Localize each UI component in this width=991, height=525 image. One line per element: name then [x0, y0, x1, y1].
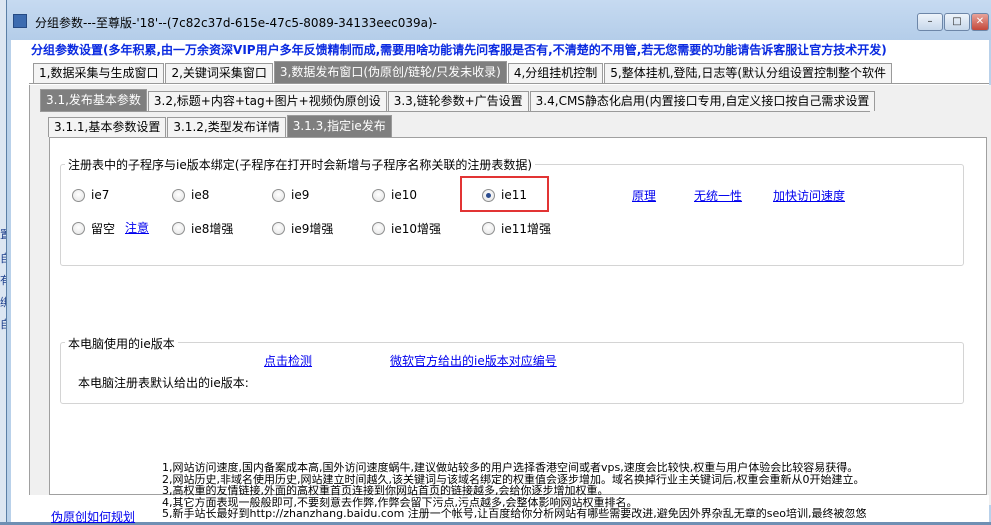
title-bar[interactable]: 分组参数---至尊版-'18'--(7c82c37d-615e-47c5-808… [7, 0, 991, 40]
minimize-button[interactable]: – [917, 13, 943, 31]
note-link[interactable]: 注意 [125, 219, 149, 236]
radio-ie10-enhanced[interactable]: ie10增强 [372, 220, 441, 237]
radio-ie10[interactable]: ie10 [372, 188, 417, 202]
principle-link[interactable]: 原理 [632, 187, 656, 204]
seo-tips: 1,网站访问速度,国内备案成本高,国外访问速度蜗牛,建议做站较多的用户选择香港空… [162, 462, 982, 520]
tab-divider [40, 111, 870, 112]
pseudo-original-plan-link[interactable]: 伪原创如何规划 [51, 508, 135, 525]
tab-basic-params[interactable]: 3.1,发布基本参数 [40, 89, 147, 111]
detect-link[interactable]: 点击检测 [264, 352, 312, 369]
radio-dot [72, 188, 85, 202]
tip-line: 2,网站历史,非域名使用历史,网站建立时间越久,该关键词与该域名绑定的权重值会逐… [162, 473, 865, 485]
params-window: 分组参数---至尊版-'18'--(7c82c37d-615e-47c5-808… [6, 0, 991, 525]
tip-line: 5,新手站长最好到http://zhanzhang.baidu.com 注册一个… [162, 508, 867, 520]
ie-binding-legend: 注册表中的子程序与ie版本绑定(子程序在打开时会新增与子程序名称关联的注册表数据… [65, 156, 536, 173]
radio-dot [72, 222, 85, 235]
main-tabstrip: 1,数据采集与生成窗口 2,关键词采集窗口 3,数据发布窗口(伪原创/链轮/只发… [33, 61, 893, 83]
subsub-tabstrip: 3.1.1,基本参数设置 3.1.2,类型发布详情 3.1.3,指定ie发布 [48, 115, 393, 137]
tab-divider [29, 83, 989, 84]
tab-link-wheel[interactable]: 3.3,链轮参数+广告设置 [387, 91, 529, 111]
radio-dot-selected [482, 188, 495, 202]
tab-type-details[interactable]: 3.1.2,类型发布详情 [167, 117, 286, 137]
tab-cms-static[interactable]: 3.4,CMS静态化启用(内置接口专用,自定义接口按自己需求设置 [529, 91, 876, 111]
tab-pseudo-original[interactable]: 3.2,标题+内容+tag+图片+视频伪原创设 [147, 91, 387, 111]
tip-line: 1,网站访问速度,国内备案成本高,国外访问速度蜗牛,建议做站较多的用户选择香港空… [162, 462, 859, 474]
tab-specify-ie[interactable]: 3.1.3,指定ie发布 [286, 115, 392, 137]
banner-text: 分组参数设置(多年积累,由一万余资深VIP用户多年反馈精制而成,需要用啥功能请先… [31, 43, 887, 57]
tab-data-collection[interactable]: 1,数据采集与生成窗口 [33, 63, 165, 83]
radio-dot [172, 222, 185, 235]
radio-dot [372, 222, 385, 235]
radio-ie7[interactable]: ie7 [72, 188, 109, 202]
tab-group-control[interactable]: 4,分组挂机控制 [507, 63, 604, 83]
tip-line: 3,高权重的友情链接,外面的高权重首页连接到你网站首页的链接越多,会给你逐步增加… [162, 485, 609, 497]
radio-empty[interactable]: 留空 [72, 220, 115, 237]
window-title: 分组参数---至尊版-'18'--(7c82c37d-615e-47c5-808… [35, 16, 437, 30]
tab-basic-settings[interactable]: 3.1.1,基本参数设置 [48, 117, 167, 137]
radio-ie8-enhanced[interactable]: ie8增强 [172, 220, 233, 237]
tab-keyword-collection[interactable]: 2,关键词采集窗口 [165, 63, 273, 83]
tab-data-publish[interactable]: 3,数据发布窗口(伪原创/链轮/只发未收录) [273, 61, 507, 83]
radio-ie11-enhanced[interactable]: ie11增强 [482, 220, 551, 237]
radio-ie8[interactable]: ie8 [172, 188, 209, 202]
radio-ie11[interactable]: ie11 [482, 188, 527, 202]
tip-line: 4,其它方面表现一般般即可,不要刻意去作弊,作弊会留下污点,污点越多,会整体影响… [162, 496, 638, 508]
close-button[interactable]: ✕ [971, 13, 989, 31]
radio-ie9-enhanced[interactable]: ie9增强 [272, 220, 333, 237]
radio-ie9[interactable]: ie9 [272, 188, 309, 202]
ie-settings-panel: 注册表中的子程序与ie版本绑定(子程序在打开时会新增与子程序名称关联的注册表数据… [49, 137, 987, 495]
registry-ie-label: 本电脑注册表默认给出的ie版本: [78, 376, 249, 390]
no-uniformity-link[interactable]: 无统一性 [694, 187, 742, 204]
radio-dot [172, 188, 185, 202]
speed-up-link[interactable]: 加快访问速度 [773, 187, 845, 204]
radio-dot [482, 222, 495, 235]
maximize-button[interactable]: □ [944, 13, 970, 31]
tab-overall-settings[interactable]: 5,整体挂机,登陆,日志等(默认分组设置控制整个软件 [604, 63, 893, 83]
radio-dot [272, 222, 285, 235]
ms-version-link[interactable]: 微软官方给出的ie版本对应编号 [390, 352, 557, 369]
window-client: 分组参数设置(多年积累,由一万余资深VIP用户多年反馈精制而成,需要用啥功能请先… [11, 40, 991, 525]
sub-tabstrip: 3.1,发布基本参数 3.2,标题+内容+tag+图片+视频伪原创设 3.3,链… [40, 89, 876, 111]
radio-dot [272, 188, 285, 202]
app-icon [13, 14, 27, 28]
local-ie-legend: 本电脑使用的ie版本 [65, 335, 178, 352]
radio-dot [372, 188, 385, 202]
